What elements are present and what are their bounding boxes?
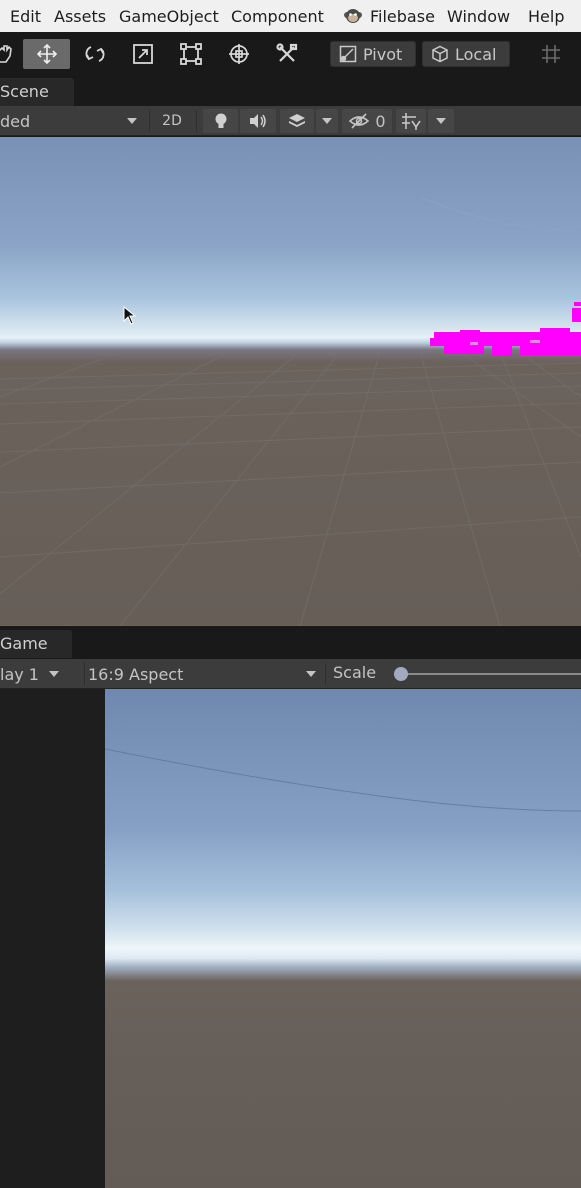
scale-label: Scale xyxy=(333,663,377,682)
gizmos-toggle[interactable] xyxy=(396,109,426,133)
speaker-icon xyxy=(250,114,266,128)
local-toggle[interactable]: Local xyxy=(422,41,510,67)
divider xyxy=(325,663,326,685)
pivot-toggle[interactable]: Pivot xyxy=(330,41,416,67)
snap-grid-icon xyxy=(542,45,560,63)
game-render[interactable] xyxy=(105,689,581,1188)
hand-tool-button[interactable] xyxy=(0,39,14,69)
tab-game[interactable]: Game xyxy=(0,630,72,658)
scene-toolbar: ded 2D 0 xyxy=(0,106,581,136)
menu-component[interactable]: Component xyxy=(231,7,324,26)
tab-scene[interactable]: Scene xyxy=(0,78,74,106)
divider xyxy=(196,110,197,132)
menu-assets[interactable]: Assets xyxy=(54,7,106,26)
game-tab-label: Game xyxy=(0,634,48,653)
scene-visibility-toggle[interactable]: 0 xyxy=(342,109,392,133)
scale-slider-track[interactable] xyxy=(398,673,581,675)
shading-mode-dropdown[interactable]: ded xyxy=(0,109,145,133)
hidden-eye-icon xyxy=(349,113,370,129)
sky-streak xyxy=(105,748,581,812)
custom-tool-button[interactable] xyxy=(272,39,302,69)
menu-gameobject[interactable]: GameObject xyxy=(119,7,219,26)
missing-material-object xyxy=(430,302,581,356)
snap-grid-button[interactable] xyxy=(536,39,566,69)
chevron-down-icon xyxy=(322,118,332,124)
scene-grid xyxy=(0,196,581,626)
game-tab-strip: Game xyxy=(0,630,581,658)
tools-icon xyxy=(276,43,298,62)
display-dropdown[interactable]: lay 1 xyxy=(0,662,82,686)
scale-tool-button[interactable] xyxy=(128,39,158,69)
shading-mode-label: ded xyxy=(0,111,31,131)
divider xyxy=(149,110,150,132)
rect-tool-button[interactable] xyxy=(176,39,206,69)
scale-icon xyxy=(133,44,153,64)
menu-help[interactable]: Help xyxy=(528,7,564,26)
scene-viewport[interactable] xyxy=(0,137,581,626)
monkey-icon xyxy=(344,9,362,23)
local-label: Local xyxy=(455,44,497,64)
menu-window[interactable]: Window xyxy=(447,7,510,26)
scene-tab-strip: Scene xyxy=(0,78,581,106)
scale-slider-handle[interactable] xyxy=(394,667,408,681)
pivot-icon xyxy=(339,45,357,63)
2d-toggle-button[interactable]: 2D xyxy=(154,109,190,133)
rotate-icon xyxy=(85,46,105,62)
rect-transform-icon xyxy=(180,43,202,65)
layers-icon xyxy=(289,114,305,127)
scene-tab-label: Scene xyxy=(0,82,49,101)
rotate-tool-button[interactable] xyxy=(80,39,110,69)
cube-icon xyxy=(432,45,448,63)
mouse-cursor-icon xyxy=(123,306,137,325)
chevron-down-icon xyxy=(48,671,59,677)
effects-dropdown[interactable] xyxy=(316,109,338,133)
audio-toggle[interactable] xyxy=(240,109,276,133)
gizmos-dropdown[interactable] xyxy=(428,109,454,133)
menu-filebase[interactable]: Filebase xyxy=(370,7,435,26)
move-arrows-icon xyxy=(36,43,57,65)
display-label: lay 1 xyxy=(0,664,39,684)
letterbox-area xyxy=(0,689,105,1188)
gizmos-icon xyxy=(402,113,421,130)
lightbulb-icon xyxy=(215,113,226,128)
aspect-label: 16:9 Aspect xyxy=(88,664,184,684)
effects-toggle[interactable] xyxy=(280,109,314,133)
move-tool-button[interactable] xyxy=(23,39,70,69)
chevron-down-icon xyxy=(436,118,446,124)
2d-label: 2D xyxy=(162,113,182,129)
transform-tool-button[interactable] xyxy=(224,39,254,69)
hidden-count: 0 xyxy=(375,111,386,131)
game-toolbar: lay 1 16:9 Aspect Scale xyxy=(0,659,581,689)
transform-icon xyxy=(229,44,249,64)
pivot-label: Pivot xyxy=(363,44,403,64)
game-viewport xyxy=(0,689,581,1188)
lighting-toggle[interactable] xyxy=(203,109,238,133)
chevron-down-icon xyxy=(306,671,316,677)
menu-edit[interactable]: Edit xyxy=(10,7,41,26)
aspect-dropdown[interactable]: 16:9 Aspect xyxy=(88,662,322,686)
chevron-down-icon xyxy=(127,118,137,124)
divider xyxy=(84,663,85,685)
hand-icon xyxy=(0,45,12,63)
main-toolbar: Pivot Local xyxy=(0,32,581,78)
menu-bar: Edit Assets GameObject Component Filebas… xyxy=(0,0,581,32)
